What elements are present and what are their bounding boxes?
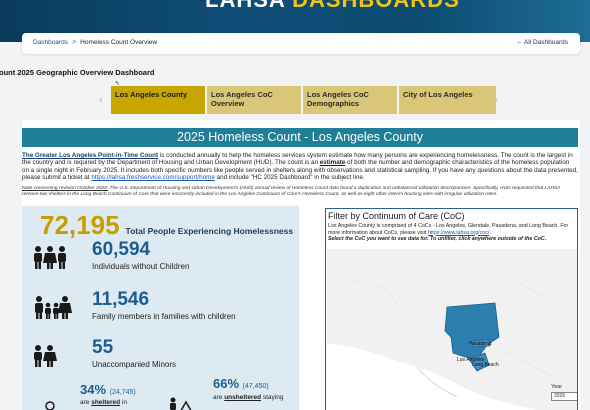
stats-panel: 72,195 Total People Experiencing Homeles…	[22, 206, 299, 410]
map-title: Filter by Continuum of Care (CoC)	[328, 211, 465, 221]
sheltered-pct: 34% (24,745)	[80, 382, 136, 397]
ocean-area	[327, 344, 539, 410]
individuals-value: 60,594	[92, 239, 151, 260]
coc-map[interactable]: Pasadena Los Angeles Long Beach Year 202…	[327, 249, 577, 410]
breadcrumb-separator: >	[72, 39, 77, 46]
map-description: Los Angeles County is comprised of 4 CoC…	[328, 223, 569, 242]
year-filter-select[interactable]: 2026	[551, 392, 577, 401]
coc-info-link[interactable]: https://www.lahsa.org/coc/	[428, 230, 490, 236]
total-count: 72,195 Total People Experiencing Homeles…	[40, 210, 293, 241]
unsheltered-desc: are unsheltered staying	[213, 394, 284, 401]
tab-los-angeles-county[interactable]: Los Angeles County	[111, 86, 205, 114]
dashboard-sheet: 2025 Homeless Count - Los Angeles County…	[22, 120, 580, 410]
intro-paragraph: The Greater Los Angeles Point-in-Time Co…	[22, 152, 578, 181]
total-value: 72,195	[40, 210, 120, 240]
coc-los-angeles-region[interactable]	[444, 302, 500, 360]
shelter-icon	[40, 396, 60, 410]
individuals-icon	[32, 240, 82, 269]
minors-label: Unaccompanied Minors	[92, 360, 177, 369]
revision-note: Note concerning revision October 2025: T…	[22, 186, 561, 197]
breadcrumb-dashboards-link[interactable]: Dashboards	[33, 39, 68, 46]
sheet-heading: 2025 Homeless Count - Los Angeles County	[22, 128, 578, 147]
individuals-row: 60,594 Individuals without Children	[32, 240, 189, 271]
families-label: Family members in families with children	[92, 312, 236, 321]
sheltered-desc: are sheltered in	[80, 399, 127, 406]
tabs-prev-arrow[interactable]: ‹	[99, 92, 103, 106]
minors-value: 55	[92, 337, 114, 358]
tabs-next-arrow[interactable]: ›	[494, 92, 498, 106]
minors-row: 55 Unaccompanied Minors	[32, 338, 176, 369]
individuals-label: Individuals without Children	[92, 262, 190, 271]
minors-icon	[32, 338, 82, 367]
families-value: 11,546	[92, 289, 150, 310]
family-icon	[32, 290, 82, 319]
breadcrumb-current: Homeless Count Overview	[80, 39, 158, 46]
tab-city-of-la[interactable]: City of Los Angeles	[399, 86, 496, 114]
map-label-pasadena: Pasadena	[469, 341, 492, 347]
coc-map-panel: Filter by Continuum of Care (CoC) Los An…	[325, 208, 578, 410]
support-ticket-link[interactable]: https://lahsa.freshservice.com/support/h…	[91, 174, 215, 181]
total-label: Total People Experiencing Homelessness	[125, 226, 294, 236]
intro-lead: The Greater Los Angeles Point-in-Time Co…	[22, 152, 159, 159]
breadcrumb-bar: Dashboards > Homeless Count Overview ← A…	[22, 33, 580, 54]
year-filter-label: Year	[551, 384, 563, 390]
tent-icon	[167, 396, 193, 410]
tab-la-coc-demographics[interactable]: Los Angeles CoC Demographics	[303, 86, 397, 114]
all-dashboards-link[interactable]: ← All Dashboards	[516, 39, 568, 46]
map-label-long-beach: Long Beach	[472, 362, 499, 368]
banner-title: LAHSA DASHBOARDS	[205, 0, 460, 13]
dashboard-title: ount 2025 Geographic Overview Dashboard	[0, 68, 155, 77]
unsheltered-pct: 66% (47,450)	[213, 376, 269, 391]
families-row: 11,546 Family members in families with c…	[32, 290, 236, 321]
dashboard-tabs: Los Angeles County Los Angeles CoC Overv…	[111, 86, 496, 114]
tab-la-coc-overview[interactable]: Los Angeles CoC Overview	[207, 86, 301, 114]
breadcrumb: Dashboards > Homeless Count Overview	[33, 39, 157, 46]
